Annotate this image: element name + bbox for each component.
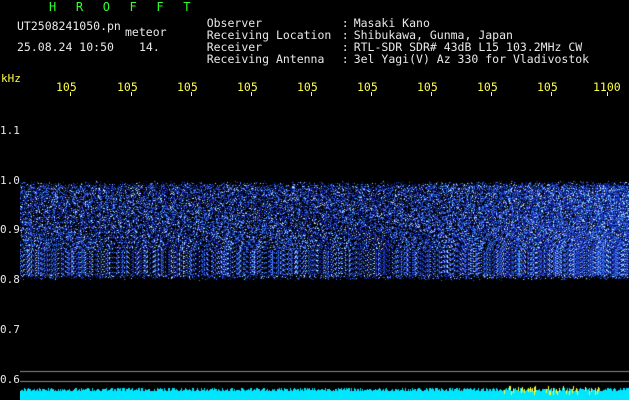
info-label: Receiving Antenna xyxy=(206,52,325,66)
spectrogram-plot xyxy=(20,96,629,400)
info-sep: : xyxy=(341,52,349,66)
y-tick-label: 1.0 xyxy=(0,173,20,187)
top-tick-label: 105 xyxy=(297,80,318,94)
y-tick-label: 1.1 xyxy=(0,124,20,137)
file-name: UT2508241050.pn xyxy=(17,19,121,33)
info-value: 3el Yagi(V) Az 330 for Vladivostok xyxy=(353,52,590,66)
info-antenna: Receiving Antenna:3el Yagi(V) Az 330 for… xyxy=(179,41,589,77)
program-title: H R O F F T xyxy=(49,0,197,14)
date-time: 25.08.24 10:50 xyxy=(17,40,114,54)
y-tick-label: 0.6 xyxy=(0,372,20,386)
value-14: 14. xyxy=(139,40,160,54)
top-tick-label: 105 xyxy=(417,80,438,94)
y-tick-label: 0.9 xyxy=(0,223,20,237)
top-tick-label: 105 xyxy=(237,80,258,94)
top-tick-label: 105 xyxy=(117,80,138,94)
y-tick-label: 0.7 xyxy=(0,322,20,336)
top-tick-label: 105 xyxy=(537,80,558,94)
top-tick-label: 105 xyxy=(357,80,378,94)
top-tick-label: 105 xyxy=(177,80,198,94)
top-tick-label: 105 xyxy=(56,80,77,94)
hrofft-window: H R O F F T UT2508241050.pn meteor 25.08… xyxy=(0,0,629,400)
y-unit-label: kHz xyxy=(1,72,21,85)
y-tick-label: 0.8 xyxy=(0,273,20,287)
top-tick-label: 105 xyxy=(477,80,498,94)
mode-label: meteor xyxy=(125,25,167,39)
